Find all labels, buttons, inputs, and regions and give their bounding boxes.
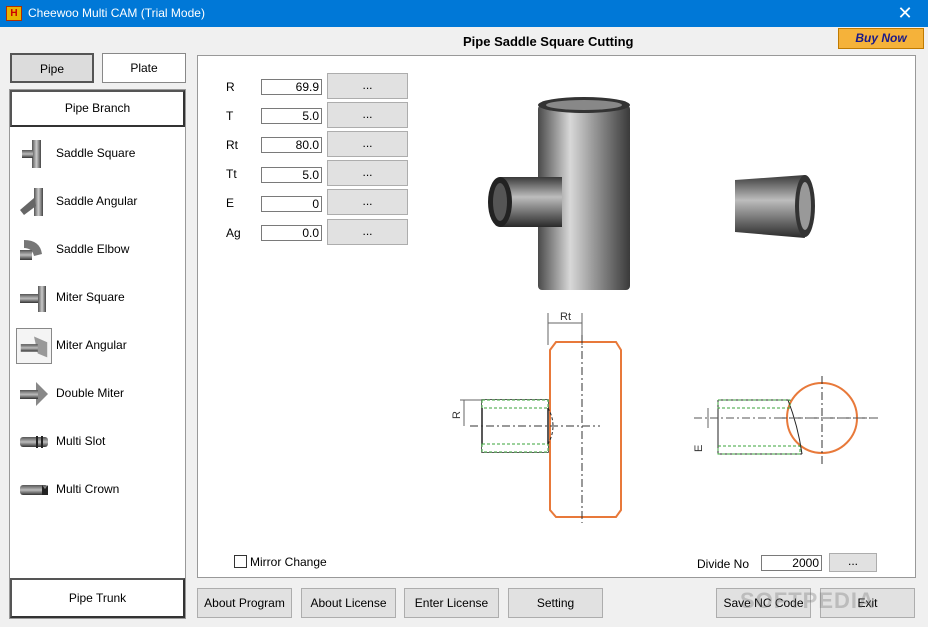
list-item-saddle-square[interactable]: Saddle Square bbox=[14, 134, 182, 174]
watermark: SOFTPEDIA bbox=[740, 588, 875, 613]
list-item-label: Miter Angular bbox=[56, 338, 127, 352]
setting-button[interactable]: Setting bbox=[508, 588, 603, 618]
list-item-saddle-angular[interactable]: Saddle Angular bbox=[14, 182, 182, 222]
list-item-miter-square[interactable]: Miter Square bbox=[14, 278, 182, 318]
list-item-label: Multi Slot bbox=[56, 434, 106, 448]
list-item-miter-angular[interactable]: Miter Angular bbox=[14, 326, 182, 366]
param-label-r: R bbox=[226, 80, 235, 94]
list-item-label: Saddle Square bbox=[56, 146, 136, 160]
mirror-change-label: Mirror Change bbox=[250, 555, 327, 569]
list-item-label: Double Miter bbox=[56, 386, 125, 400]
divide-no-label: Divide No bbox=[697, 557, 750, 571]
param-input-r[interactable]: 69.9 bbox=[261, 79, 322, 95]
dim-label-rt: Rt bbox=[560, 311, 571, 323]
shape-list-panel: Pipe Branch Saddle Square Saddle Angular… bbox=[9, 89, 186, 619]
list-item-label: Saddle Elbow bbox=[56, 242, 130, 256]
list-item-multi-crown[interactable]: Multi Crown bbox=[14, 470, 182, 510]
app-logo-icon: H bbox=[6, 6, 22, 21]
param-input-t[interactable]: 5.0 bbox=[261, 108, 322, 124]
miter-angular-icon bbox=[16, 328, 52, 364]
param-input-e[interactable]: 0 bbox=[261, 196, 322, 212]
miter-square-icon bbox=[20, 286, 46, 312]
tee-preview-3d bbox=[488, 97, 630, 290]
tab-plate[interactable]: Plate bbox=[102, 53, 186, 83]
list-item-saddle-elbow[interactable]: Saddle Elbow bbox=[14, 230, 182, 270]
pipe-trunk-button[interactable]: Pipe Trunk bbox=[10, 578, 185, 618]
checkbox-box[interactable] bbox=[234, 555, 247, 568]
param-label-ag: Ag bbox=[226, 226, 241, 240]
dim-label-e: E bbox=[693, 445, 705, 452]
param-input-ag[interactable]: 0.0 bbox=[261, 225, 322, 241]
param-button-r[interactable]: ... bbox=[327, 73, 408, 99]
saddle-elbow-icon bbox=[20, 240, 42, 260]
param-label-t: T bbox=[226, 109, 234, 123]
enter-license-button[interactable]: Enter License bbox=[404, 588, 499, 618]
saddle-angular-icon bbox=[20, 188, 43, 216]
pipe-branch-button[interactable]: Pipe Branch bbox=[10, 90, 185, 127]
param-button-rt[interactable]: ... bbox=[327, 131, 408, 157]
buy-now-button[interactable]: Buy Now bbox=[838, 28, 924, 49]
tab-pipe[interactable]: Pipe bbox=[10, 53, 94, 83]
param-button-e[interactable]: ... bbox=[327, 189, 408, 215]
param-button-t[interactable]: ... bbox=[327, 102, 408, 128]
param-input-tt[interactable]: 5.0 bbox=[261, 167, 322, 183]
double-miter-icon bbox=[20, 382, 48, 406]
cut-pipe-preview-3d bbox=[735, 175, 815, 238]
close-icon[interactable]: ✕ bbox=[882, 0, 928, 27]
list-item-label: Miter Square bbox=[56, 290, 125, 304]
list-item-double-miter[interactable]: Double Miter bbox=[14, 374, 182, 414]
param-button-ag[interactable]: ... bbox=[327, 219, 408, 245]
dim-label-r: R bbox=[451, 411, 463, 419]
list-item-label: Saddle Angular bbox=[56, 194, 138, 208]
about-program-button[interactable]: About Program bbox=[197, 588, 292, 618]
divide-no-button[interactable]: ... bbox=[829, 553, 877, 572]
about-license-button[interactable]: About License bbox=[301, 588, 396, 618]
cutting-title: Pipe Saddle Square Cutting bbox=[463, 34, 634, 49]
param-label-e: E bbox=[226, 196, 235, 210]
list-item-label: Multi Crown bbox=[56, 482, 120, 496]
multi-crown-icon bbox=[20, 485, 48, 495]
window-title: Cheewoo Multi CAM (Trial Mode) bbox=[28, 6, 205, 20]
list-item-multi-slot[interactable]: Multi Slot bbox=[14, 422, 182, 462]
saddle-square-icon bbox=[22, 140, 41, 168]
divide-no-input[interactable]: 2000 bbox=[761, 555, 822, 571]
param-label-tt: Tt bbox=[226, 167, 237, 181]
param-label-rt: Rt bbox=[226, 138, 238, 152]
param-input-rt[interactable]: 80.0 bbox=[261, 137, 322, 153]
param-button-tt[interactable]: ... bbox=[327, 160, 408, 186]
title-bar: H Cheewoo Multi CAM (Trial Mode) ✕ bbox=[0, 0, 928, 27]
side-view-drawing: Rt R bbox=[451, 311, 622, 523]
multi-slot-icon bbox=[20, 436, 48, 448]
end-view-drawing: E bbox=[693, 376, 880, 465]
